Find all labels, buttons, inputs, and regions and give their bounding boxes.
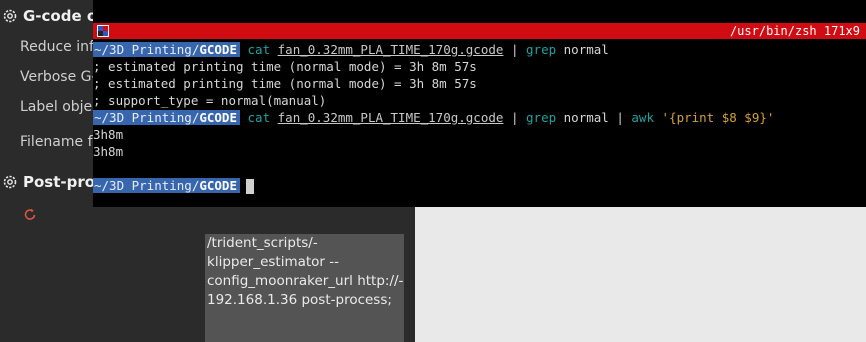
terminal-titlebar[interactable]: /usr/bin/zsh 171x9	[93, 23, 866, 39]
output-line: ; support_type = normal(manual)	[93, 93, 327, 108]
command-line[interactable]: ~/3D Printing/GCODE	[93, 177, 866, 194]
section-gcode-output[interactable]: G-code ou	[0, 7, 108, 25]
gear-icon	[2, 8, 18, 24]
option-verbose-gcode[interactable]: Verbose G-	[20, 69, 97, 85]
script-line: config_moonraker_url http://-	[207, 273, 404, 289]
output-line: 3h8m	[93, 144, 124, 159]
terminal-window[interactable]: /usr/bin/zsh 171x9 ~/3D Printing/GCODE c…	[93, 0, 866, 207]
command-line: ~/3D Printing/GCODE cat fan_0.32mm_PLA_T…	[93, 110, 775, 125]
prompt: ~/3D Printing/GCODE	[93, 42, 240, 57]
terminal-title: /usr/bin/zsh 171x9	[729, 24, 860, 38]
terminal-icon	[97, 25, 109, 37]
script-line: 192.168.1.36 post-process;	[207, 292, 392, 308]
background-area	[415, 207, 866, 342]
section-post-processing[interactable]: Post-proc	[0, 173, 104, 191]
option-filename-format[interactable]: Filename f	[20, 134, 93, 150]
terminal-output: ~/3D Printing/GCODE cat fan_0.32mm_PLA_T…	[93, 41, 866, 194]
text-cursor	[246, 179, 254, 194]
output-line: 3h8m	[93, 127, 124, 142]
output-line: ; estimated printing time (normal mode) …	[93, 76, 477, 91]
reset-icon[interactable]	[22, 206, 38, 222]
script-line: /trident_scripts/-	[207, 235, 318, 251]
output-line: ; estimated printing time (normal mode) …	[93, 59, 477, 74]
prompt: ~/3D Printing/GCODE	[93, 110, 240, 125]
section-title: Post-proc	[23, 173, 104, 191]
command-line: ~/3D Printing/GCODE cat fan_0.32mm_PLA_T…	[93, 42, 609, 57]
script-line: klipper_estimator --	[207, 254, 340, 270]
option-reduce-infill[interactable]: Reduce inf	[20, 39, 94, 55]
prompt: ~/3D Printing/GCODE	[93, 178, 240, 193]
empty-line	[93, 160, 866, 177]
gear-icon	[2, 174, 18, 190]
postprocess-scripts-field[interactable]: /trident_scripts/- klipper_estimator -- …	[205, 234, 404, 342]
option-label-objects[interactable]: Label obje	[20, 99, 92, 115]
